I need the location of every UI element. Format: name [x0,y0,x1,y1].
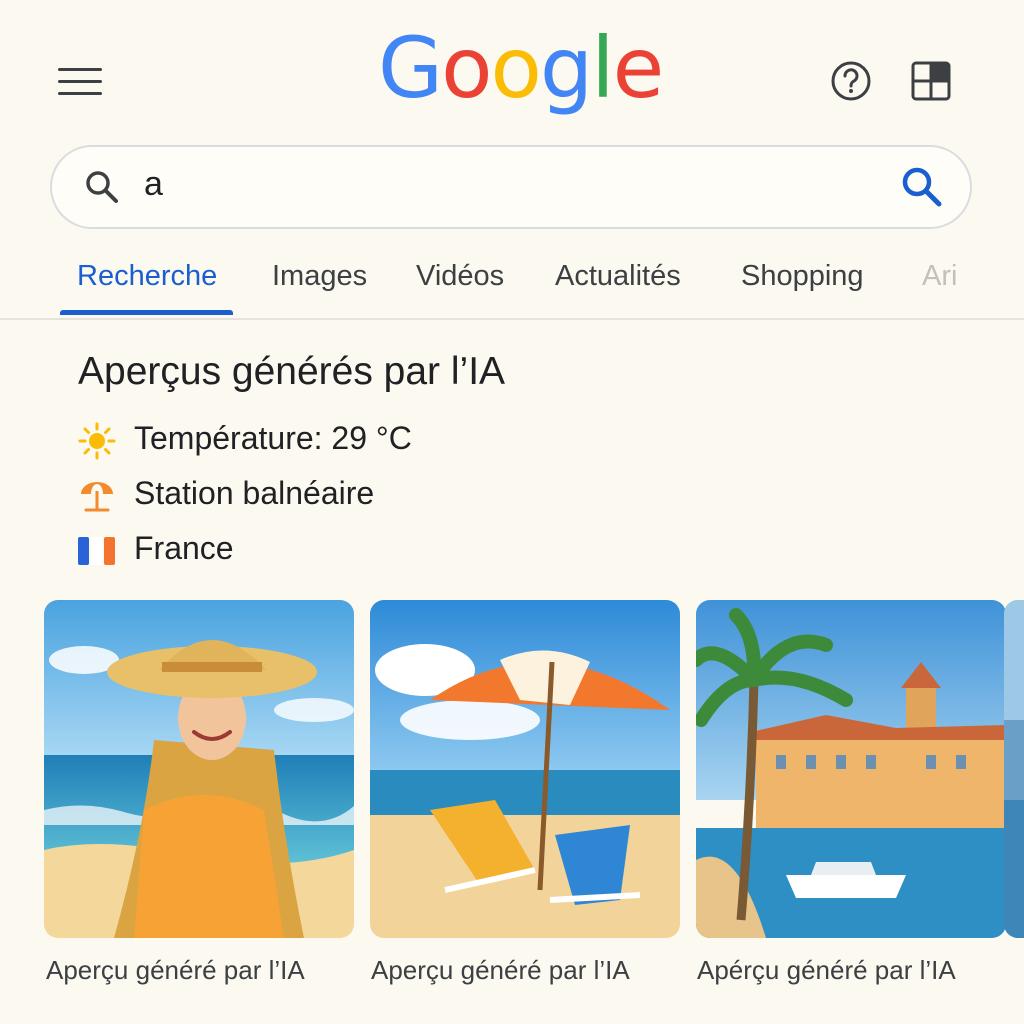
image-card-beach-umbrella[interactable] [370,600,680,938]
tab-images[interactable]: Images [272,260,367,293]
help-icon[interactable] [830,60,872,102]
image-caption: Aperçu généré par l’IA [371,955,630,985]
apps-grid-icon[interactable] [910,60,952,102]
palm-harbor-town-image [696,600,1006,938]
fact-text: Station balnéaire [134,475,375,511]
image-card-partial[interactable] [1004,600,1024,938]
google-logo[interactable]: Google [378,26,664,110]
sun-icon [78,422,116,460]
image-card-woman-beach[interactable] [44,600,354,938]
active-tab-indicator [60,310,233,315]
search-icon [84,169,120,205]
search-input[interactable]: a [144,165,163,204]
tab-recherche[interactable]: Recherche [77,260,217,293]
search-tabs: Recherche Images Vidéos Actualités Shopp… [0,250,1024,320]
fact-text: Température: 29 °C [134,420,412,456]
tab-videos[interactable]: Vidéos [416,260,504,293]
beach-umbrella-icon [78,477,116,515]
tab-shopping[interactable]: Shopping [741,260,864,293]
woman-beach-image [44,600,354,938]
top-bar: Google [0,0,1024,140]
france-flag-icon [78,532,116,570]
hamburger-menu-icon[interactable] [58,66,104,98]
search-submit-icon[interactable] [900,165,944,209]
tab-more[interactable]: Ari [922,260,957,293]
search-bar[interactable]: a [50,145,972,229]
fact-text: France [134,530,234,566]
ai-overview-title: Aperçus générés par l’IA [78,350,506,393]
image-card-palm-harbor[interactable] [696,600,1006,938]
image-caption: Apérçu généré par l’IA [697,955,956,985]
tab-actualites[interactable]: Actualités [555,260,681,293]
partial-image [1004,600,1024,938]
image-caption: Aperçu généré par l’IA [46,955,305,985]
beach-umbrella-chairs-image [370,600,680,938]
